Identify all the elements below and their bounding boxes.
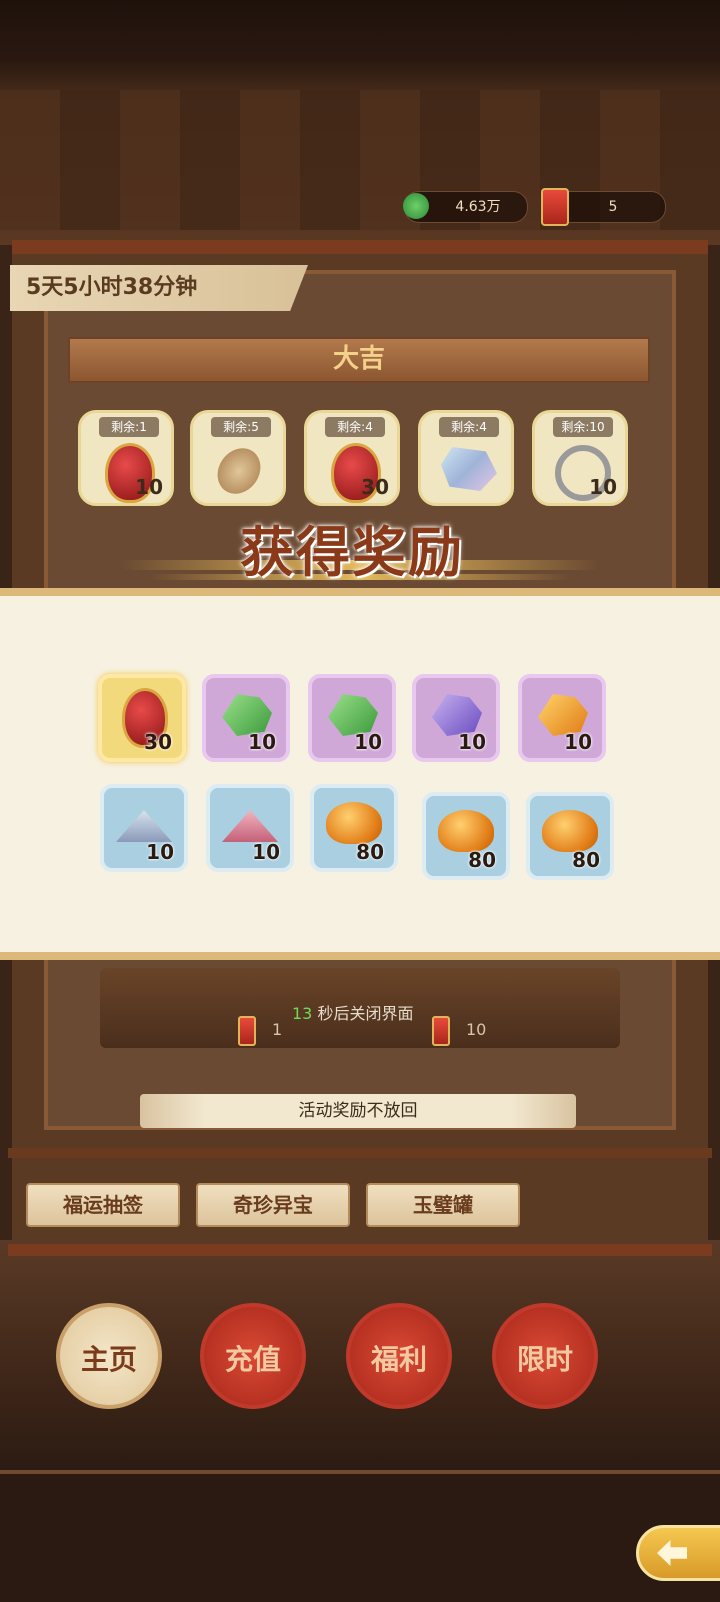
item-qty: 30 [144, 730, 172, 754]
pipa-lute-icon [208, 439, 270, 503]
item-qty: 10 [354, 730, 382, 754]
currency-token-value: 5 [608, 199, 618, 215]
item-qty: 10 [146, 840, 174, 864]
pool-tier-title: 大吉 [68, 337, 650, 383]
shelf-base [8, 1244, 712, 1256]
reward-item[interactable]: 80 [526, 792, 614, 880]
reward-modal[interactable] [0, 588, 720, 960]
remaining-count: 剩余:1 [99, 417, 159, 437]
lantern-token-icon [541, 188, 569, 226]
reward-item[interactable]: 10 [412, 674, 500, 762]
rose-sand-icon [222, 810, 278, 842]
crystal-ore-icon [441, 447, 497, 491]
reward-item[interactable]: 10 [308, 674, 396, 762]
reward-item[interactable]: 10 [100, 784, 188, 872]
lantern-token-icon [432, 1016, 450, 1046]
currency-token-pill[interactable]: 5 [541, 188, 666, 226]
remaining-count: 剩余:4 [325, 417, 385, 437]
lantern-token-icon [238, 1016, 256, 1046]
pool-item[interactable]: 剩余:4 30 [304, 410, 400, 506]
amber-stone-icon [438, 810, 494, 852]
amber-stone-icon [326, 802, 382, 844]
amber-stone-icon [542, 810, 598, 852]
floor-line [0, 1470, 720, 1474]
item-qty: 10 [589, 475, 617, 499]
item-qty: 10 [135, 475, 163, 499]
back-arrow-icon [657, 1540, 687, 1566]
pool-item[interactable]: 剩余:4 [418, 410, 514, 506]
reward-item[interactable]: 10 [518, 674, 606, 762]
shelf-beam [8, 1148, 712, 1158]
nav-welfare-button[interactable]: 福利 [346, 1303, 452, 1409]
item-qty: 10 [458, 730, 486, 754]
remaining-count: 剩余:4 [439, 417, 499, 437]
countdown-seconds: 13 [292, 1004, 313, 1023]
item-qty: 10 [252, 840, 280, 864]
item-qty: 80 [356, 840, 384, 864]
nav-recharge-button[interactable]: 充值 [200, 1303, 306, 1409]
auto-close-countdown: 13 秒后关闭界面 [292, 1000, 413, 1024]
pool-item[interactable]: 剩余:1 10 [78, 410, 174, 506]
item-qty: 10 [564, 730, 592, 754]
remaining-count: 剩余:5 [211, 417, 271, 437]
nav-limited-button[interactable]: 限时 [492, 1303, 598, 1409]
back-button[interactable] [636, 1525, 720, 1581]
tab-jade-jar[interactable]: 玉璧罐 [366, 1183, 520, 1227]
pool-item[interactable]: 剩余:10 10 [532, 410, 628, 506]
nav-home-button[interactable]: 主页 [56, 1303, 162, 1409]
draw-cost-single: 1 [272, 1020, 283, 1039]
currency-jade-value: 4.63万 [455, 199, 501, 215]
reward-title: 获得奖励 [240, 521, 464, 584]
reward-item[interactable]: 30 [98, 674, 186, 762]
jade-coin-icon [403, 193, 429, 219]
currency-jade-pill[interactable]: 4.63万 [403, 191, 528, 223]
tab-fortune-draw[interactable]: 福运抽签 [26, 1183, 180, 1227]
remaining-count: 剩余:10 [553, 417, 613, 437]
draw-cost-ten: 10 [466, 1020, 487, 1039]
reward-item[interactable]: 80 [422, 792, 510, 880]
countdown-text: 秒后关闭界面 [317, 1004, 414, 1023]
tab-rare-treasures[interactable]: 奇珍异宝 [196, 1183, 350, 1227]
pool-item[interactable]: 剩余:5 [190, 410, 286, 506]
reward-item[interactable]: 10 [202, 674, 290, 762]
silver-sand-icon [116, 810, 172, 842]
item-qty: 80 [572, 848, 600, 872]
event-timer: 5天5小时38分钟 [10, 265, 308, 311]
event-notice: 活动奖励不放回 [140, 1094, 576, 1128]
reward-item[interactable]: 80 [310, 784, 398, 872]
reward-item[interactable]: 10 [206, 784, 294, 872]
item-qty: 10 [248, 730, 276, 754]
item-qty: 30 [361, 475, 389, 499]
background-bottom [0, 1240, 720, 1602]
item-qty: 80 [468, 848, 496, 872]
